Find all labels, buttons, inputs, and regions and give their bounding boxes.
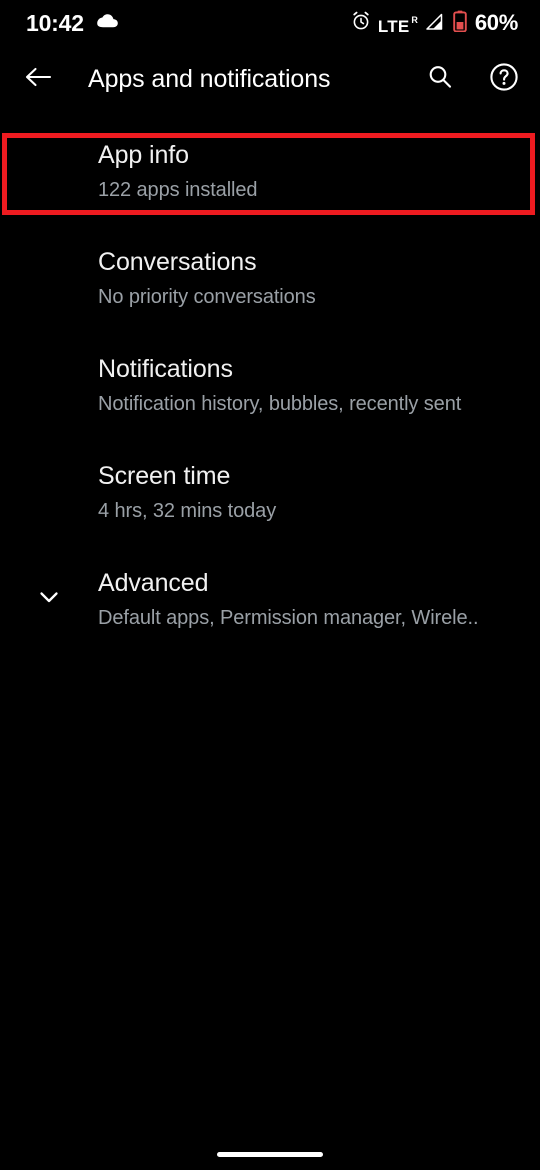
cloud-icon	[96, 13, 118, 33]
list-item-icon-gutter	[0, 332, 98, 439]
list-item-text: Conversations No priority conversations	[98, 247, 516, 309]
list-item-icon-gutter	[0, 546, 98, 653]
list-item-text: Screen time 4 hrs, 32 mins today	[98, 461, 516, 523]
status-bar: 10:42 LTE R 60%	[0, 0, 540, 46]
status-bar-left: 10:42	[26, 9, 118, 36]
list-item-summary: 4 hrs, 32 mins today	[98, 499, 277, 522]
back-button[interactable]	[10, 51, 66, 107]
battery-percent-label: 60%	[474, 10, 518, 35]
search-icon	[426, 63, 454, 96]
list-item-text: Advanced Default apps, Permission manage…	[98, 568, 516, 630]
list-item-summary: Default apps, Permission manager, Wirele…	[98, 606, 479, 629]
help-circle-icon	[489, 62, 519, 97]
list-item-conversations[interactable]: Conversations No priority conversations	[0, 225, 540, 332]
list-item-icon-gutter	[0, 118, 98, 225]
network-type-label: LTE	[377, 16, 410, 36]
battery-low-icon	[453, 10, 467, 37]
list-item-title: Screen time	[98, 462, 231, 491]
alarm-icon	[351, 11, 371, 36]
status-bar-right: LTE R 60%	[351, 10, 518, 37]
list-item-icon-gutter	[0, 439, 98, 546]
back-arrow-icon	[24, 65, 52, 94]
list-item-title: Notifications	[98, 355, 233, 384]
roaming-indicator: R	[411, 14, 418, 25]
app-toolbar: Apps and notifications	[0, 46, 540, 112]
list-item-title: App info	[98, 141, 189, 170]
home-gesture-pill[interactable]	[217, 1152, 323, 1157]
list-item-advanced[interactable]: Advanced Default apps, Permission manage…	[0, 546, 540, 653]
page-title: Apps and notifications	[88, 64, 331, 93]
phone-screen: 10:42 LTE R 60% Apps and notifications A…	[0, 0, 540, 1170]
list-item-notifications[interactable]: Notifications Notification history, bubb…	[0, 332, 540, 439]
help-button[interactable]	[476, 51, 532, 107]
list-item-summary: No priority conversations	[98, 285, 316, 308]
search-button[interactable]	[412, 51, 468, 107]
list-item-app-info[interactable]: App info 122 apps installed	[0, 118, 540, 225]
list-item-icon-gutter	[0, 225, 98, 332]
list-item-summary: 122 apps installed	[98, 178, 258, 201]
chevron-down-icon	[36, 584, 62, 615]
list-item-title: Conversations	[98, 248, 257, 277]
list-item-title: Advanced	[98, 569, 209, 598]
list-item-text: App info 122 apps installed	[98, 140, 516, 202]
network-type-indicator: LTE R	[377, 14, 418, 36]
list-item-text: Notifications Notification history, bubb…	[98, 354, 516, 416]
list-item-summary: Notification history, bubbles, recently …	[98, 392, 462, 415]
signal-bars-icon	[424, 13, 443, 36]
settings-list: App info 122 apps installed Conversation…	[0, 118, 540, 653]
list-item-screen-time[interactable]: Screen time 4 hrs, 32 mins today	[0, 439, 540, 546]
status-clock: 10:42	[26, 9, 84, 36]
